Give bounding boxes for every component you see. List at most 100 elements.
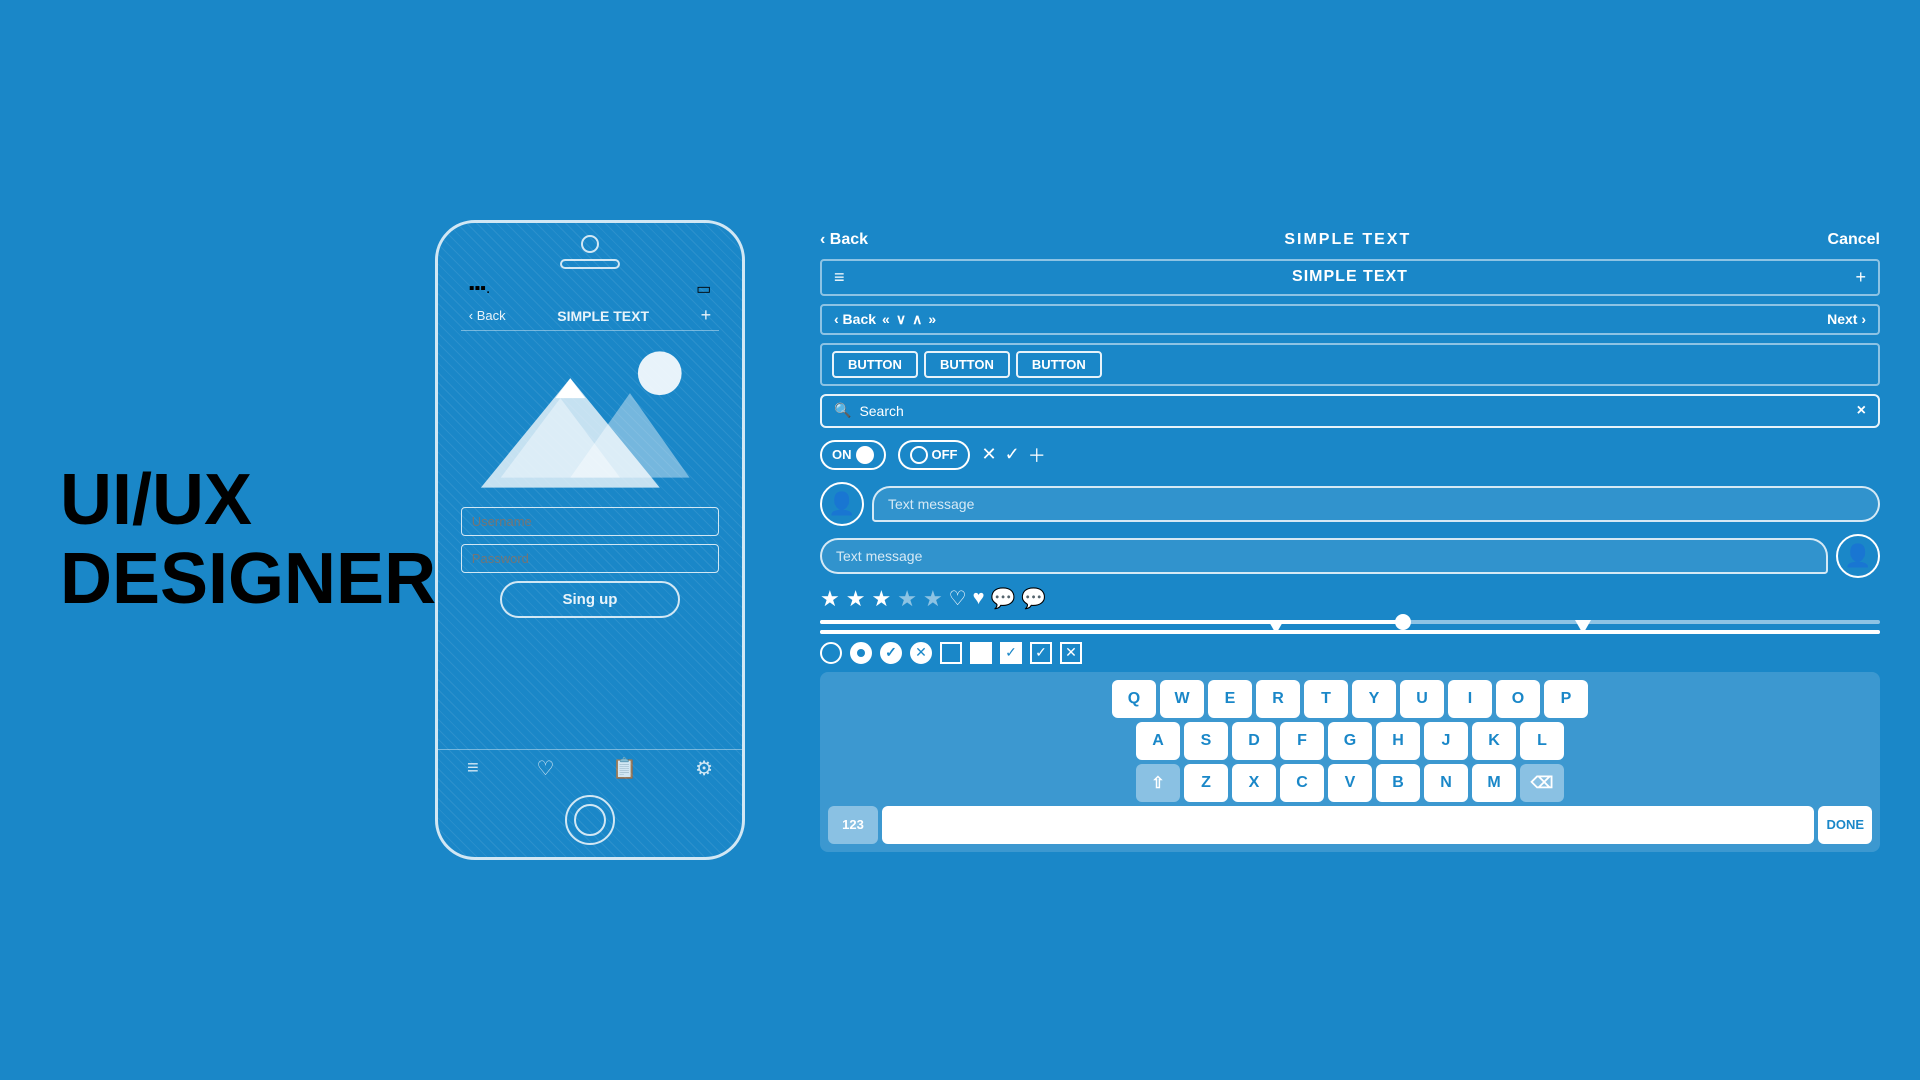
key-shift[interactable]: ⇧ [1136, 764, 1180, 802]
key-m[interactable]: M [1472, 764, 1516, 802]
receiver-avatar: 👤 [1836, 534, 1880, 578]
star-empty-2[interactable]: ★ [923, 586, 943, 612]
signup-button[interactable]: Sing up [500, 581, 681, 618]
nav-next-button[interactable]: Next › [1827, 311, 1866, 327]
key-l[interactable]: L [1520, 722, 1564, 760]
key-d[interactable]: D [1232, 722, 1276, 760]
search-icon: 🔍 [834, 402, 851, 419]
message-left-bubble: Text message [872, 486, 1880, 522]
button-1[interactable]: BUTTON [832, 351, 918, 378]
key-a[interactable]: A [1136, 722, 1180, 760]
phone-battery: ▭ [696, 279, 711, 299]
nav-up[interactable]: ∧ [912, 311, 922, 328]
phone-hero-image [461, 337, 719, 507]
phone-home-button[interactable] [565, 795, 615, 845]
radio-x[interactable]: ✕ [910, 642, 932, 664]
key-done[interactable]: DONE [1818, 806, 1872, 844]
radio-filled[interactable] [850, 642, 872, 664]
key-k[interactable]: K [1472, 722, 1516, 760]
checkbox-empty[interactable] [940, 642, 962, 664]
key-u[interactable]: U [1400, 680, 1444, 718]
key-h[interactable]: H [1376, 722, 1420, 760]
top-nav-back[interactable]: ‹ Back [820, 231, 868, 249]
message-left-row: 👤 Text message [820, 482, 1880, 526]
phone-settings-icon[interactable]: ⚙ [695, 756, 713, 781]
add-icon[interactable]: + [1855, 267, 1866, 288]
search-clear-button[interactable]: × [1857, 402, 1866, 420]
key-123[interactable]: 123 [828, 806, 878, 844]
key-j[interactable]: J [1424, 722, 1468, 760]
key-c[interactable]: C [1280, 764, 1324, 802]
keyboard-row-3: ⇧ Z X C V B N M ⌫ [828, 764, 1872, 802]
checkbox-check[interactable]: ✓ [1000, 642, 1022, 664]
top-navigation-bar: ‹ Back SIMPLE TEXT Cancel [820, 229, 1880, 251]
key-q[interactable]: Q [1112, 680, 1156, 718]
toggle-off[interactable]: OFF [898, 440, 970, 470]
bubble-filled[interactable]: 💬 [1021, 586, 1046, 611]
key-space[interactable] [882, 806, 1814, 844]
phone-notes-icon[interactable]: 📋 [612, 756, 637, 781]
key-v[interactable]: V [1328, 764, 1372, 802]
button-2[interactable]: BUTTON [924, 351, 1010, 378]
nav-prev-double[interactable]: « [882, 311, 890, 327]
star-filled-1[interactable]: ★ [820, 586, 840, 612]
checkbox-x[interactable]: ✕ [1060, 642, 1082, 664]
key-e[interactable]: E [1208, 680, 1252, 718]
phone-signal: ▪▪▪. [469, 280, 490, 298]
phone-heart-icon[interactable]: ♡ [536, 756, 554, 781]
radio-empty[interactable] [820, 642, 842, 664]
key-delete[interactable]: ⌫ [1520, 764, 1564, 802]
bubble-empty[interactable]: 💬 [990, 586, 1015, 611]
nav-prev[interactable]: ∨ [896, 311, 906, 328]
password-input[interactable] [461, 544, 719, 573]
phone-frame: ▪▪▪. ▭ ‹ Back SIMPLE TEXT + [435, 220, 745, 860]
checkbox-check-outline[interactable]: ✓ [1030, 642, 1052, 664]
slider-2[interactable] [820, 630, 1880, 634]
key-n[interactable]: N [1424, 764, 1468, 802]
heart-empty-1[interactable]: ♡ [949, 586, 967, 611]
radio-check[interactable]: ✓ [880, 642, 902, 664]
key-p[interactable]: P [1544, 680, 1588, 718]
slider-1-thumb[interactable] [1395, 614, 1411, 630]
username-input[interactable] [461, 507, 719, 536]
star-filled-2[interactable]: ★ [846, 586, 866, 612]
star-filled-3[interactable]: ★ [871, 586, 891, 612]
title-line1: UI/UX [60, 460, 252, 540]
checkbox-filled[interactable] [970, 642, 992, 664]
sender-avatar: 👤 [820, 482, 864, 526]
slider-2-thumb-right[interactable] [1575, 620, 1591, 634]
menu-icon[interactable]: ≡ [834, 267, 845, 288]
key-o[interactable]: O [1496, 680, 1540, 718]
search-bar[interactable]: 🔍 Search × [820, 394, 1880, 428]
button-group-row: BUTTON BUTTON BUTTON [820, 343, 1880, 386]
key-t[interactable]: T [1304, 680, 1348, 718]
key-z[interactable]: Z [1184, 764, 1228, 802]
toggle-off-label: OFF [932, 447, 958, 462]
key-w[interactable]: W [1160, 680, 1204, 718]
nav-next-double[interactable]: » [928, 311, 936, 327]
message-right-row: Text message 👤 [820, 534, 1880, 578]
key-x[interactable]: X [1232, 764, 1276, 802]
nav-back-button[interactable]: ‹ Back [834, 311, 876, 327]
key-y[interactable]: Y [1352, 680, 1396, 718]
key-i[interactable]: I [1448, 680, 1492, 718]
key-s[interactable]: S [1184, 722, 1228, 760]
phone-back-button[interactable]: ‹ Back [469, 308, 506, 323]
button-3[interactable]: BUTTON [1016, 351, 1102, 378]
key-b[interactable]: B [1376, 764, 1420, 802]
ui-kit-panel: ‹ Back SIMPLE TEXT Cancel ≡ SIMPLE TEXT … [780, 209, 1920, 872]
phone-status-bar: ▪▪▪. ▭ [461, 277, 719, 301]
slider-2-thumb-left[interactable] [1268, 620, 1284, 634]
key-g[interactable]: G [1328, 722, 1372, 760]
phone-camera [581, 235, 599, 253]
top-nav-cancel[interactable]: Cancel [1828, 231, 1880, 249]
phone-menu-icon[interactable]: ≡ [467, 757, 479, 780]
phone-add-button[interactable]: + [701, 305, 712, 326]
star-empty-1[interactable]: ★ [897, 586, 917, 612]
toggle-on[interactable]: ON [820, 440, 886, 470]
heart-filled-1[interactable]: ♥ [973, 587, 985, 610]
key-r[interactable]: R [1256, 680, 1300, 718]
top-nav-title: SIMPLE TEXT [1284, 231, 1411, 249]
slider-1[interactable] [820, 620, 1880, 624]
key-f[interactable]: F [1280, 722, 1324, 760]
